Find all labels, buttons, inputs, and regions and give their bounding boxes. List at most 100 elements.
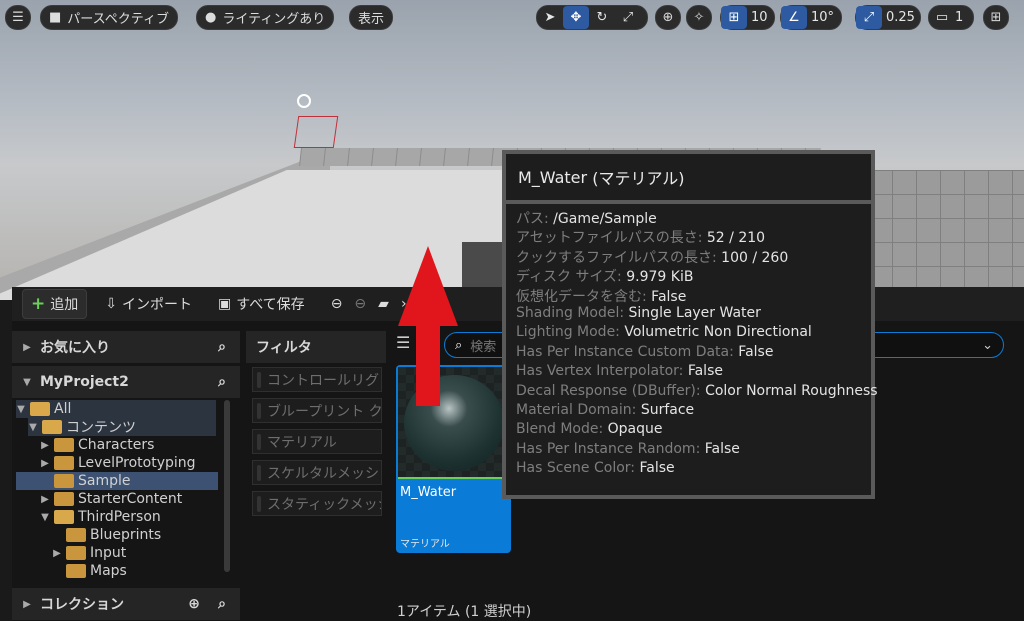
folder-icon (54, 492, 74, 506)
tooltip-value: False (738, 343, 774, 360)
folder-icon (54, 456, 74, 470)
camera-icon[interactable]: ▭ (929, 6, 955, 29)
save-all-button[interactable]: ▣ すべて保存 (210, 290, 313, 318)
tooltip-row: 仮想化データを含む: False (516, 286, 861, 305)
rotate-icon[interactable]: ↻ (589, 6, 615, 29)
tooltip-value: Color Normal Roughness (705, 382, 878, 399)
filter-header: フィルタ (246, 331, 386, 363)
tooltip-row: パス: /Game/Sample (516, 208, 861, 227)
search-icon[interactable]: ⌕ (218, 339, 226, 355)
filter-static-mesh[interactable]: スタティックメッシ (252, 491, 382, 516)
folder-icon (54, 438, 74, 452)
tooltip-key: Lighting Mode: (516, 324, 620, 341)
filter-material[interactable]: マテリアル (252, 429, 382, 454)
tree-item-sample[interactable]: Sample (16, 472, 218, 490)
menu-icon[interactable]: ☰ (5, 5, 31, 30)
perspective-button[interactable]: ■ パースペクティブ (40, 5, 178, 30)
tooltip-value: 9.979 KiB (626, 269, 694, 286)
tooltip-value: Single Layer Water (628, 304, 761, 321)
tooltip-row: Blend Mode: Opaque (516, 421, 861, 440)
tooltip-key: Has Per Instance Custom Data: (516, 343, 734, 360)
tree-item-characters[interactable]: ▶ Characters (40, 436, 154, 454)
selection-wireframe (293, 116, 339, 148)
tree-item-input[interactable]: ▶ Input (52, 544, 126, 562)
tooltip-value: False (687, 363, 723, 380)
tooltip-value: /Game/Sample (553, 211, 657, 227)
tooltip-key: 仮想化データを含む: (516, 288, 647, 305)
camera-speed[interactable]: ▭ 1 (928, 5, 974, 30)
tooltip-value: False (704, 440, 740, 457)
collapse-arrow-icon: ▶ (23, 341, 31, 353)
tooltip-row: Has Per Instance Custom Data: False (516, 344, 861, 363)
tooltip-row: クックするファイルパスの長さ: 100 / 260 (516, 247, 861, 266)
tooltip-row: Decal Response (DBuffer): Color Normal R… (516, 382, 878, 402)
tooltip-value: 100 / 260 (721, 249, 789, 266)
tooltip-key: Has Per Instance Random: (516, 440, 701, 457)
select-icon[interactable]: ➤ (537, 6, 563, 29)
tree-item-startercontent[interactable]: ▶ StarterContent (40, 490, 182, 508)
angle-icon[interactable]: ∠ (781, 6, 807, 29)
filter-controlrig[interactable]: コントロールリグ (252, 367, 382, 392)
search-icon[interactable]: ⌕ (218, 596, 226, 612)
tooltip-key: Has Vertex Interpolator: (516, 363, 684, 380)
tooltip-key: クックするファイルパスの長さ: (516, 249, 717, 266)
tooltip-row: ディスク サイズ: 9.979 KiB (516, 266, 861, 285)
scene-block (462, 242, 502, 287)
scale-icon[interactable]: ⤢ (615, 6, 641, 29)
folder-icon (30, 402, 50, 416)
tooltip-row: Material Domain: Surface (516, 402, 861, 421)
tree-item-blueprints[interactable]: Blueprints (66, 526, 161, 544)
favorites-header[interactable]: ▶ お気に入り ⌕ (12, 331, 240, 363)
tooltip-title: M_Water (マテリアル) (506, 154, 871, 200)
folder-icon (66, 528, 86, 542)
asset-type: マテリアル (400, 539, 450, 550)
move-icon[interactable]: ✥ (563, 6, 589, 29)
filter-skeletal-mesh[interactable]: スケルタルメッシ (252, 460, 382, 485)
tree-item-maps[interactable]: Maps (66, 562, 127, 580)
collections-header[interactable]: ▶ コレクション ⊕ ⌕ (12, 588, 240, 620)
tree-item-content[interactable]: ▼ コンテンツ (28, 418, 216, 436)
tree-item-levelprototyping[interactable]: ▶ LevelPrototyping (40, 454, 195, 472)
lighting-button[interactable]: ● ライティングあり (196, 5, 335, 30)
grid-snap[interactable]: ⊞ 10 (720, 5, 775, 30)
tree-item-all[interactable]: ▼ All (16, 400, 216, 418)
sphere-icon: ● (205, 10, 217, 25)
rotation-snap[interactable]: ∠ 10° (780, 5, 842, 30)
chevron-down-icon[interactable]: ⌄ (982, 338, 993, 353)
tooltip-key: Has Scene Color: (516, 460, 636, 477)
folder-icon (42, 420, 62, 434)
grid-icon[interactable]: ⊞ (721, 6, 747, 29)
cube-icon: ■ (49, 10, 62, 25)
expand-arrow-icon: ▼ (23, 376, 31, 388)
plus-icon: + (31, 294, 46, 314)
asset-tooltip: M_Water (マテリアル) パス: /Game/Sample アセットファイル… (502, 150, 878, 499)
layout-icon[interactable]: ⊞ (983, 5, 1009, 30)
light-gizmo-icon[interactable] (297, 94, 311, 108)
asset-type-bar (398, 477, 509, 479)
tree-scrollbar[interactable] (224, 400, 230, 572)
search-icon[interactable]: ⌕ (218, 374, 226, 390)
world-icon[interactable]: ⊕ (655, 5, 681, 30)
tooltip-key: Decal Response (DBuffer): (516, 382, 701, 399)
tooltip-row: Lighting Mode: Volumetric Non Directiona… (516, 324, 861, 343)
import-button[interactable]: ⇩ インポート (97, 290, 200, 318)
scale-snap-icon[interactable]: ⤢ (856, 6, 882, 29)
tooltip-key: Shading Model: (516, 304, 625, 321)
add-button[interactable]: + 追加 (22, 289, 88, 319)
surface-snap-icon[interactable]: ✧ (686, 5, 712, 30)
tooltip-key: Blend Mode: (516, 421, 604, 438)
tooltip-row: Has Per Instance Random: False (516, 441, 861, 460)
folder-tree: ▼ All ▼ コンテンツ ▶ Characters ▶ LevelProtot… (16, 400, 222, 580)
add-collection-icon[interactable]: ⊕ (188, 596, 200, 612)
tooltip-value: False (651, 288, 687, 305)
status-text: 1アイテム (1 選択中) (397, 604, 532, 620)
tooltip-value: Opaque (607, 421, 663, 438)
scale-snap[interactable]: ⤢ 0.25 (855, 5, 921, 30)
tree-item-thirdperson[interactable]: ▼ ThirdPerson (40, 508, 161, 526)
tooltip-row: Shading Model: Single Layer Water (516, 305, 861, 324)
tooltip-key: アセットファイルパスの長さ: (516, 230, 703, 247)
show-button[interactable]: 表示 (349, 5, 394, 30)
filter-blueprint-class[interactable]: ブループリント ク (252, 398, 382, 423)
project-header[interactable]: ▼ MyProject2 ⌕ (12, 366, 240, 398)
tooltip-value: False (639, 460, 675, 477)
